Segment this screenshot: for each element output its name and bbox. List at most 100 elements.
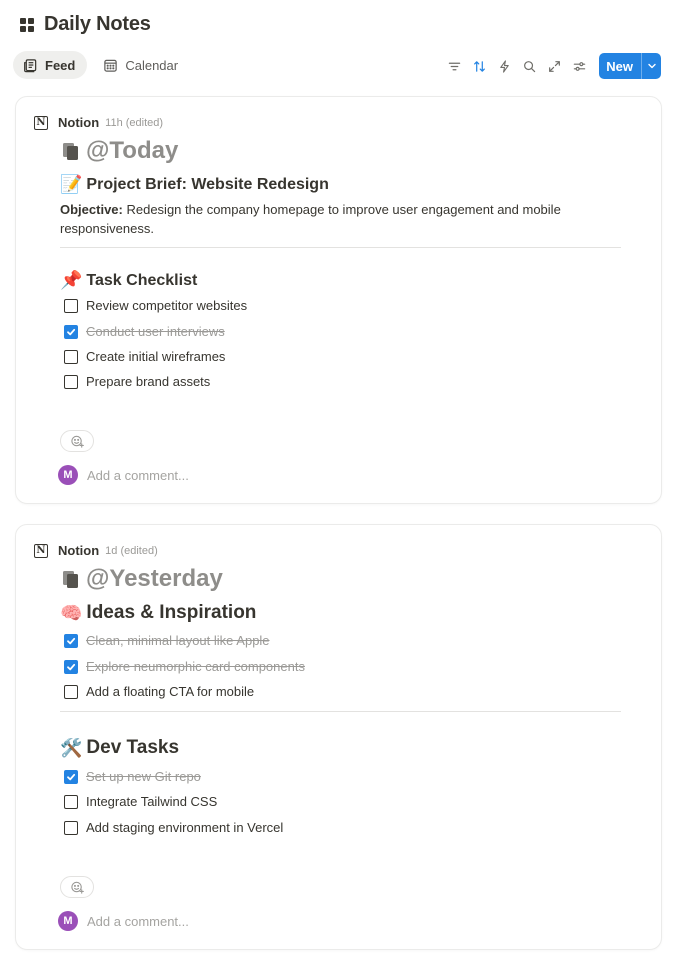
post-author: Notion bbox=[58, 115, 100, 130]
post-time: 1d (edited) bbox=[105, 544, 158, 557]
date-mention: @Yesterday bbox=[86, 565, 223, 592]
tab-calendar[interactable]: Calendar bbox=[93, 51, 190, 79]
chevron-down-icon bbox=[647, 63, 656, 69]
page-header: Daily Notes bbox=[20, 13, 151, 36]
post-author: Notion bbox=[58, 543, 100, 558]
todo-checkbox[interactable] bbox=[64, 659, 78, 674]
post-time: 11h (edited) bbox=[105, 116, 164, 129]
todo-item: Clean, minimal layout like Apple bbox=[64, 633, 270, 648]
section-heading: 📝 Project Brief: Website Redesign bbox=[60, 174, 329, 195]
settings-button[interactable] bbox=[569, 54, 590, 78]
post-date-title[interactable]: @Today bbox=[60, 137, 178, 165]
search-icon bbox=[524, 60, 536, 72]
comment-row: M bbox=[58, 911, 387, 931]
checkmark-icon bbox=[67, 663, 76, 670]
todo-item: Add a floating CTA for mobile bbox=[64, 684, 254, 699]
objective-paragraph: Objective: Redesign the company homepage… bbox=[60, 200, 590, 238]
todo-item: Integrate Tailwind CSS bbox=[64, 794, 217, 809]
todo-item: Conduct user interviews bbox=[64, 324, 225, 339]
divider bbox=[60, 711, 621, 712]
comment-input[interactable] bbox=[87, 467, 387, 483]
expand-button[interactable] bbox=[544, 54, 565, 78]
post-meta: N Notion 11h (edited) bbox=[34, 115, 163, 130]
feed-icon bbox=[24, 58, 37, 72]
post-meta: N Notion 1d (edited) bbox=[34, 543, 158, 558]
section-heading: 🛠️ Dev Tasks bbox=[60, 737, 180, 759]
comment-input[interactable] bbox=[87, 913, 387, 929]
section-heading: 🧠 Ideas & Inspiration bbox=[60, 602, 257, 624]
todo-item: Review competitor websites bbox=[64, 298, 247, 313]
sort-button[interactable] bbox=[469, 54, 490, 78]
add-reaction-button[interactable] bbox=[60, 430, 94, 452]
tab-feed[interactable]: Feed bbox=[13, 51, 88, 79]
view-toolbar: New bbox=[444, 53, 661, 79]
section-heading: 📌 Task Checklist bbox=[60, 270, 198, 291]
memo-icon: 📝 bbox=[60, 174, 83, 195]
comment-row: M bbox=[58, 465, 387, 485]
pages-icon bbox=[63, 571, 78, 588]
todo-checkbox[interactable] bbox=[64, 374, 78, 389]
tools-icon: 🛠️ bbox=[60, 737, 83, 759]
sort-icon bbox=[474, 60, 486, 72]
new-button-label[interactable]: New bbox=[599, 53, 641, 79]
date-mention: @Today bbox=[86, 137, 179, 164]
todo-checkbox[interactable] bbox=[64, 820, 78, 835]
add-emoji-icon bbox=[70, 435, 84, 448]
todo-checkbox[interactable] bbox=[64, 684, 78, 699]
todo-label: Add staging environment in Vercel bbox=[86, 820, 284, 835]
objective-label: Objective: bbox=[60, 202, 123, 217]
filter-icon bbox=[449, 62, 461, 70]
todo-label: Review competitor websites bbox=[86, 298, 248, 313]
add-reaction-button[interactable] bbox=[60, 876, 94, 898]
todo-item: Explore neumorphic card components bbox=[64, 659, 305, 674]
objective-text: Redesign the company homepage to improve… bbox=[60, 202, 561, 236]
todo-label: Conduct user interviews bbox=[86, 324, 225, 339]
pushpin-icon: 📌 bbox=[60, 270, 83, 291]
todo-checkbox[interactable] bbox=[64, 769, 78, 784]
feed-card[interactable]: N Notion 1d (edited) @Yesterday 🧠 Ideas … bbox=[15, 524, 662, 950]
new-button[interactable]: New bbox=[599, 53, 661, 79]
add-emoji-icon bbox=[70, 881, 84, 894]
todo-label: Prepare brand assets bbox=[86, 374, 211, 389]
checkmark-icon bbox=[67, 637, 76, 644]
notion-logo-icon: N bbox=[34, 543, 48, 558]
pages-icon bbox=[63, 143, 78, 160]
post-date-title[interactable]: @Yesterday bbox=[60, 565, 223, 593]
todo-item: Create initial wireframes bbox=[64, 349, 225, 364]
avatar: M bbox=[58, 911, 78, 931]
settings-icon bbox=[574, 61, 586, 71]
grid-icon bbox=[20, 17, 34, 32]
lightning-icon bbox=[500, 59, 510, 73]
todo-label: Add a floating CTA for mobile bbox=[86, 684, 255, 699]
todo-checkbox[interactable] bbox=[64, 633, 78, 648]
brain-icon: 🧠 bbox=[60, 602, 83, 624]
automation-button[interactable] bbox=[494, 54, 515, 78]
page-title: Daily Notes bbox=[44, 13, 151, 35]
tab-label: Calendar bbox=[125, 57, 179, 73]
todo-checkbox[interactable] bbox=[64, 349, 78, 364]
avatar: M bbox=[58, 465, 78, 485]
todo-label: Create initial wireframes bbox=[86, 349, 226, 364]
todo-checkbox[interactable] bbox=[64, 324, 78, 339]
expand-icon bbox=[549, 60, 561, 72]
tab-label: Feed bbox=[45, 57, 76, 73]
notion-logo-icon: N bbox=[34, 115, 48, 130]
todo-item: Prepare brand assets bbox=[64, 374, 210, 389]
divider bbox=[60, 247, 621, 248]
todo-checkbox[interactable] bbox=[64, 298, 78, 313]
todo-label: Set up new Git repo bbox=[86, 769, 201, 784]
checkmark-icon bbox=[67, 328, 76, 335]
search-button[interactable] bbox=[519, 54, 540, 78]
calendar-icon bbox=[104, 59, 118, 72]
todo-checkbox[interactable] bbox=[64, 794, 78, 809]
new-dropdown-button[interactable] bbox=[641, 53, 661, 79]
todo-label: Integrate Tailwind CSS bbox=[86, 794, 218, 809]
todo-label: Clean, minimal layout like Apple bbox=[86, 633, 270, 648]
checkmark-icon bbox=[67, 773, 76, 780]
feed-card[interactable]: N Notion 11h (edited) @Today 📝 Project B… bbox=[15, 96, 662, 504]
todo-item: Set up new Git repo bbox=[64, 769, 201, 784]
filter-button[interactable] bbox=[444, 54, 465, 78]
view-tabs: Feed Calendar bbox=[13, 51, 190, 79]
todo-item: Add staging environment in Vercel bbox=[64, 820, 283, 835]
todo-label: Explore neumorphic card components bbox=[86, 659, 305, 674]
